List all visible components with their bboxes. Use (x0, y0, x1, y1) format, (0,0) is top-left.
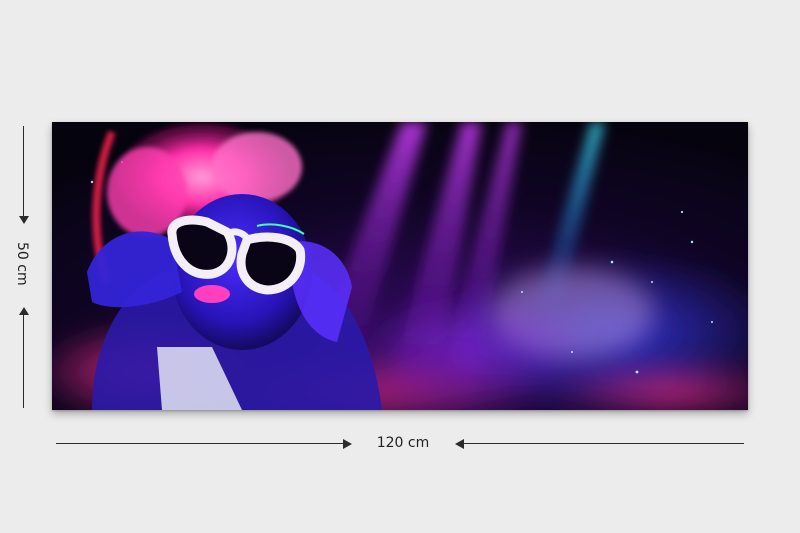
height-arrow-down-icon (19, 216, 29, 224)
width-arrow-right-icon (343, 439, 352, 449)
product-preview: 50 cm 120 cm (0, 0, 800, 533)
width-line-right (463, 443, 744, 445)
height-label: 50 cm (14, 242, 30, 286)
neon-lips (194, 285, 230, 303)
height-line-bottom (23, 314, 25, 408)
height-line-top (23, 126, 25, 220)
width-label: 120 cm (376, 435, 430, 451)
neon-portrait-illustration (52, 122, 748, 410)
width-line-left (56, 443, 344, 445)
canvas-print-artwork (52, 122, 748, 410)
